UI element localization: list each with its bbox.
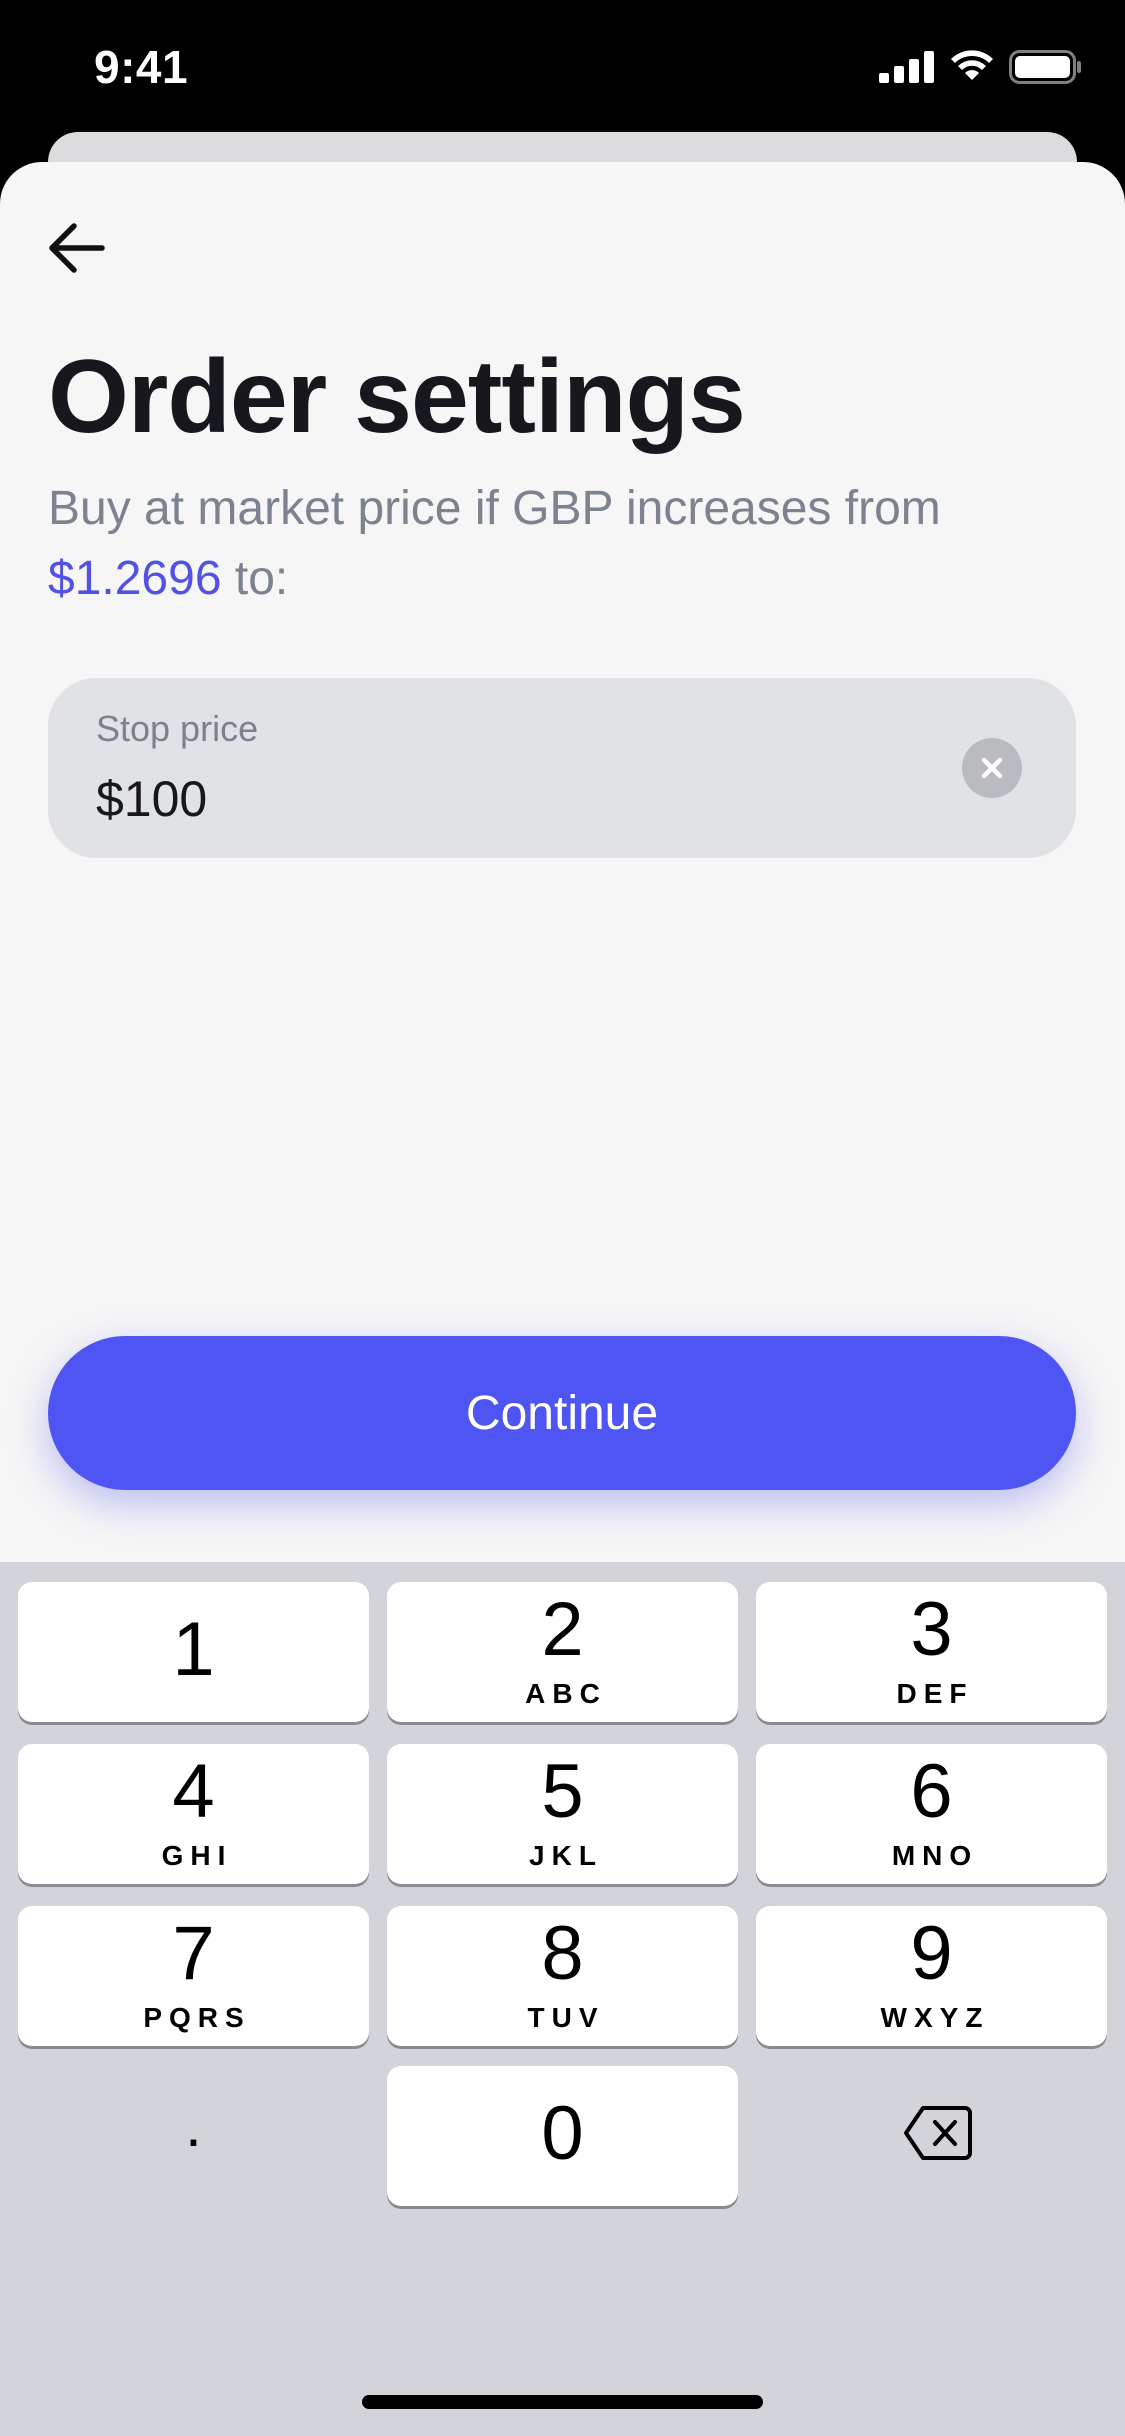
key-8[interactable]: 8 TUV — [387, 1906, 738, 2046]
key-letters: JKL — [529, 1840, 603, 1871]
status-bar: 9:41 — [0, 0, 1125, 140]
key-digit: 2 — [541, 1587, 584, 1672]
clear-icon — [981, 757, 1003, 779]
battery-icon — [1009, 50, 1081, 84]
subtitle-text: Buy at market price if GBP increases fro… — [48, 482, 941, 535]
reference-price: $1.2696 — [48, 552, 222, 605]
wifi-icon — [951, 50, 993, 80]
key-letters: WXYZ — [880, 2002, 990, 2033]
subtitle: Buy at market price if GBP increases fro… — [48, 474, 1088, 614]
key-digit: 7 — [172, 1911, 215, 1996]
subtitle-suffix: to: — [234, 552, 289, 605]
key-letters: ABC — [525, 1678, 607, 1709]
key-3[interactable]: 3 DEF — [756, 1582, 1107, 1722]
key-digit: 1 — [172, 1607, 215, 1692]
key-letters: PQRS — [143, 2002, 251, 2033]
key-5[interactable]: 5 JKL — [387, 1744, 738, 1884]
key-digit: 9 — [910, 1911, 953, 1996]
key-1[interactable]: 1 — [18, 1582, 369, 1722]
key-0[interactable]: 0 — [387, 2066, 738, 2206]
key-letters: DEF — [896, 1678, 974, 1709]
key-2[interactable]: 2 ABC — [387, 1582, 738, 1722]
key-letters: GHI — [161, 1840, 233, 1871]
key-digit: 3 — [910, 1587, 953, 1672]
back-button[interactable] — [40, 212, 112, 284]
key-6[interactable]: 6 MNO — [756, 1744, 1107, 1884]
key-digit: 0 — [541, 2091, 584, 2176]
key-7[interactable]: 7 PQRS — [18, 1906, 369, 2046]
key-digit: 6 — [910, 1749, 953, 1834]
key-letters: MNO — [891, 1840, 979, 1871]
status-icons — [879, 50, 1083, 84]
stop-price-field[interactable]: Stop price $100 — [48, 678, 1076, 858]
decimal-key[interactable]: . — [18, 2066, 369, 2206]
status-time: 9:41 — [94, 41, 189, 93]
key-letters: TUV — [527, 2002, 605, 2033]
key-9[interactable]: 9 WXYZ — [756, 1906, 1107, 2046]
stop-price-input[interactable]: $100 — [96, 770, 207, 828]
page-title: Order settings — [48, 339, 746, 455]
key-4[interactable]: 4 GHI — [18, 1744, 369, 1884]
numeric-keypad: 1 2 ABC 3 DEF 4 GHI 5 JKL 6 MNO 7 PQRS 8 — [0, 1562, 1125, 2436]
backspace-icon — [904, 2106, 972, 2160]
back-arrow-icon — [49, 223, 105, 273]
stop-price-label: Stop price — [96, 708, 259, 749]
continue-button[interactable]: Continue — [48, 1336, 1076, 1490]
backspace-key[interactable] — [756, 2066, 1107, 2206]
key-digit: 8 — [541, 1911, 584, 1996]
clear-button[interactable] — [962, 738, 1022, 798]
key-digit: 4 — [172, 1749, 215, 1834]
decimal-point: . — [185, 2092, 202, 2159]
signal-icon — [879, 51, 934, 83]
key-digit: 5 — [541, 1749, 584, 1834]
screen: 9:41 Order settings Buy at market price … — [0, 0, 1125, 2436]
home-indicator — [362, 2395, 763, 2409]
